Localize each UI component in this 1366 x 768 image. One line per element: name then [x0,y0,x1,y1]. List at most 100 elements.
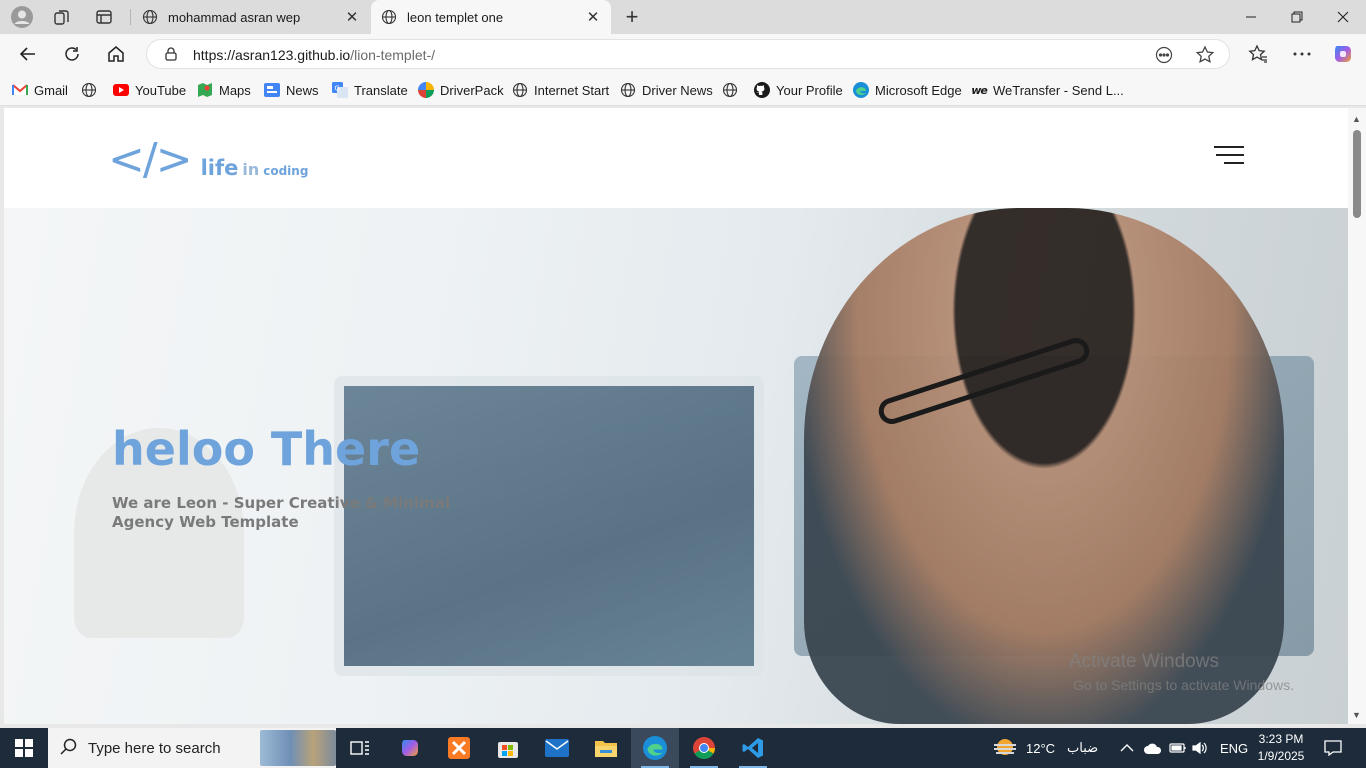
maps-icon [197,82,213,98]
svg-text:G: G [335,85,340,93]
bookmark-gmail[interactable]: Gmail [12,81,68,99]
tab-title: leon templet one [407,9,504,25]
hamburger-menu-icon[interactable] [1214,144,1248,166]
minimize-button[interactable] [1228,0,1274,34]
bookmark-microsoft-edge[interactable]: Microsoft Edge [853,81,962,99]
weather-widget[interactable]: 12°C ضباب [992,728,1098,768]
workspaces-icon[interactable] [48,4,76,30]
youtube-icon [113,82,129,98]
file-explorer-icon[interactable] [582,728,630,768]
edge-taskbar-icon[interactable] [631,728,679,768]
vscode-icon[interactable] [729,728,777,768]
home-button[interactable] [102,40,130,68]
battery-icon[interactable] [1169,728,1187,768]
tab-mohammad-asran-wep[interactable]: mohammad asran wep ✕ [132,0,370,34]
driverpack-icon [418,82,434,98]
bookmark-label: DriverPack [440,82,504,98]
volume-icon[interactable] [1192,728,1208,768]
logo-code-icon: </> [108,134,193,185]
weather-fog-icon [994,739,1016,755]
bookmark-maps[interactable]: Maps [197,81,251,99]
bookmark-driverpack[interactable]: DriverPack [418,81,504,99]
microsoft-store-icon[interactable] [484,728,532,768]
close-tab-icon[interactable]: ✕ [344,9,360,26]
bookmark-driver-news[interactable]: Driver News [620,81,713,99]
restore-button[interactable] [1274,0,1320,34]
bookmark-label: Internet Start [534,82,610,98]
globe-icon [81,82,97,98]
show-hidden-icons[interactable] [1120,728,1134,768]
bookmark-youtube[interactable]: YouTube [113,81,186,99]
bookmark-news[interactable]: News [264,81,319,99]
taskbar-search[interactable]: Type here to search [48,728,336,768]
tab-strip: mohammad asran wep ✕ leon templet one ✕ … [0,0,1366,34]
copilot-app-icon[interactable] [386,728,434,768]
clock-time: 3:23 PM [1258,732,1304,746]
translate-icon: G [332,82,348,98]
bookmark-your-profile[interactable]: Your Profile [754,81,843,99]
bookmark-wetransfer[interactable]: we WeTransfer - Send L... [971,81,1124,99]
new-tab-button[interactable]: + [619,4,645,30]
xampp-icon[interactable] [435,728,483,768]
bookmark-label: Gmail [34,82,68,98]
chrome-icon[interactable] [680,728,728,768]
more-options-icon[interactable] [1288,40,1316,68]
bookmark-internet-start[interactable]: Internet Start [512,81,609,99]
page-viewport: </> life in coding heloo There We are Leon… [4,108,1348,724]
scroll-down-icon[interactable]: ▼ [1352,710,1361,720]
hero-subtitle: We are Leon - Super Creative & Minimal A… [112,494,450,531]
address-bar[interactable]: https://asran123.github.io/lion-templet-… [146,39,1230,69]
github-icon [754,82,770,98]
globe-icon [381,9,397,25]
tab-separator [130,9,131,25]
profile-avatar[interactable] [8,4,36,30]
search-icon [60,738,77,755]
vertical-tabs-icon[interactable] [90,4,118,30]
globe-icon [620,82,636,98]
search-highlight-image[interactable] [260,730,336,766]
refresh-button[interactable] [58,40,86,68]
bookmark-globe[interactable] [81,81,103,99]
favorites-icon[interactable] [1244,40,1272,68]
address-url[interactable]: https://asran123.github.io/lion-templet-… [193,47,435,63]
close-tab-icon[interactable]: ✕ [585,9,601,26]
bookmark-translate[interactable]: G Translate [332,81,408,99]
activate-windows-subtitle: Go to Settings to activate Windows. [1073,677,1294,693]
tab-leon-templet-one[interactable]: leon templet one ✕ [371,0,611,34]
logo-word-coding: coding [263,164,309,178]
bookmark-globe-2[interactable] [722,81,744,99]
bookmark-label: Translate [354,82,408,98]
taskbar: Type here to search 12°C ضباب ENG 3:23 P… [0,728,1366,768]
input-language[interactable]: ENG [1220,728,1248,768]
copilot-icon[interactable] [1329,40,1357,68]
scrollbar-thumb[interactable] [1353,130,1361,218]
clock-date: 1/9/2025 [1257,749,1305,763]
scroll-up-icon[interactable]: ▲ [1352,114,1361,124]
back-button[interactable] [14,40,42,68]
search-placeholder: Type here to search [88,740,221,757]
globe-icon [142,9,158,25]
onedrive-icon[interactable] [1144,728,1162,768]
read-aloud-icon[interactable] [1155,46,1173,64]
system-clock[interactable]: 3:23 PM 1/9/2025 [1252,731,1310,765]
windows-start-icon[interactable] [0,728,48,768]
news-icon [264,82,280,98]
globe-icon [512,82,528,98]
browser-toolbar: https://asran123.github.io/lion-templet-… [0,34,1366,74]
task-view-icon[interactable] [336,728,384,768]
notifications-icon[interactable] [1324,728,1342,768]
bookmark-label: News [286,82,319,98]
gmail-icon [12,82,28,98]
site-info-icon[interactable] [163,46,179,62]
add-favorite-icon[interactable] [1195,45,1215,65]
site-logo[interactable]: </> life in coding [108,138,308,182]
close-window-button[interactable] [1320,0,1366,34]
page-scrollbar[interactable]: ▲ ▼ [1348,108,1366,724]
site-header: </> life in coding [4,108,1348,208]
bookmark-label: Your Profile [776,82,843,98]
mail-icon[interactable] [533,728,581,768]
hero-section: heloo There We are Leon - Super Creative… [4,208,1348,724]
logo-text: life in coding [201,156,309,180]
edge-icon [853,82,869,98]
bookmark-label: YouTube [135,82,187,98]
